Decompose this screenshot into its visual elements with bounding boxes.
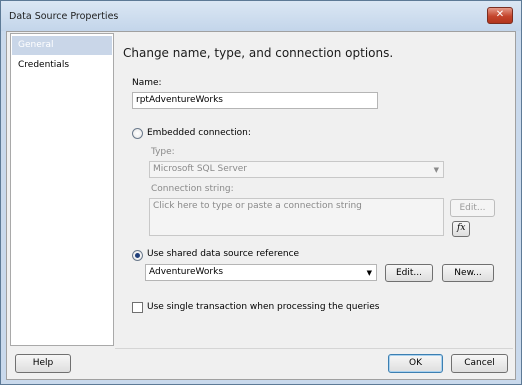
sidebar-item-label: General <box>18 40 54 50</box>
close-button[interactable]: ✕ <box>487 7 513 24</box>
shared-datasource-select[interactable]: AdventureWorks ▼ <box>145 264 377 281</box>
sidebar-item-general[interactable]: General <box>12 36 112 55</box>
window-title: Data Source Properties <box>9 11 119 22</box>
embedded-connection-label: Embedded connection: <box>147 128 251 138</box>
radio-selected-dot <box>135 253 140 258</box>
new-datasource-button[interactable]: New... <box>442 264 494 282</box>
shared-reference-label: Use shared data source reference <box>147 249 300 259</box>
type-select-value: Microsoft SQL Server <box>153 164 248 174</box>
name-label: Name: <box>132 78 162 88</box>
type-select[interactable]: Microsoft SQL Server ▼ <box>149 161 444 178</box>
chevron-down-icon: ▼ <box>433 166 439 174</box>
sidebar-item-credentials[interactable]: Credentials <box>12 56 112 75</box>
shared-datasource-value: AdventureWorks <box>149 267 224 277</box>
ok-button[interactable]: OK <box>388 354 443 373</box>
shared-reference-radio[interactable] <box>132 250 143 261</box>
footer-divider <box>115 348 513 349</box>
title-bar[interactable]: Data Source Properties ✕ <box>1 1 521 31</box>
name-input[interactable]: rptAdventureWorks <box>132 92 378 109</box>
help-button[interactable]: Help <box>15 354 71 373</box>
single-transaction-checkbox[interactable] <box>132 302 143 313</box>
embedded-connection-radio[interactable] <box>132 128 143 139</box>
cancel-button[interactable]: Cancel <box>451 354 508 373</box>
single-transaction-label: Use single transaction when processing t… <box>147 302 380 312</box>
sidebar: General Credentials <box>10 33 114 346</box>
connection-string-label: Connection string: <box>151 184 234 194</box>
dialog-window: Data Source Properties ✕ General Credent… <box>0 0 522 385</box>
page-heading: Change name, type, and connection option… <box>123 46 394 60</box>
shared-edit-button[interactable]: Edit... <box>385 264 433 282</box>
dialog-client-area: General Credentials Change name, type, a… <box>6 31 516 380</box>
connection-string-input[interactable]: Click here to type or paste a connection… <box>149 198 444 236</box>
chevron-down-icon: ▼ <box>366 269 372 277</box>
type-label: Type: <box>151 147 175 157</box>
embedded-edit-button[interactable]: Edit... <box>450 199 495 217</box>
sidebar-item-label: Credentials <box>18 60 70 70</box>
expression-button[interactable]: fx <box>452 221 470 237</box>
function-icon: fx <box>457 223 466 233</box>
close-icon: ✕ <box>495 9 505 20</box>
